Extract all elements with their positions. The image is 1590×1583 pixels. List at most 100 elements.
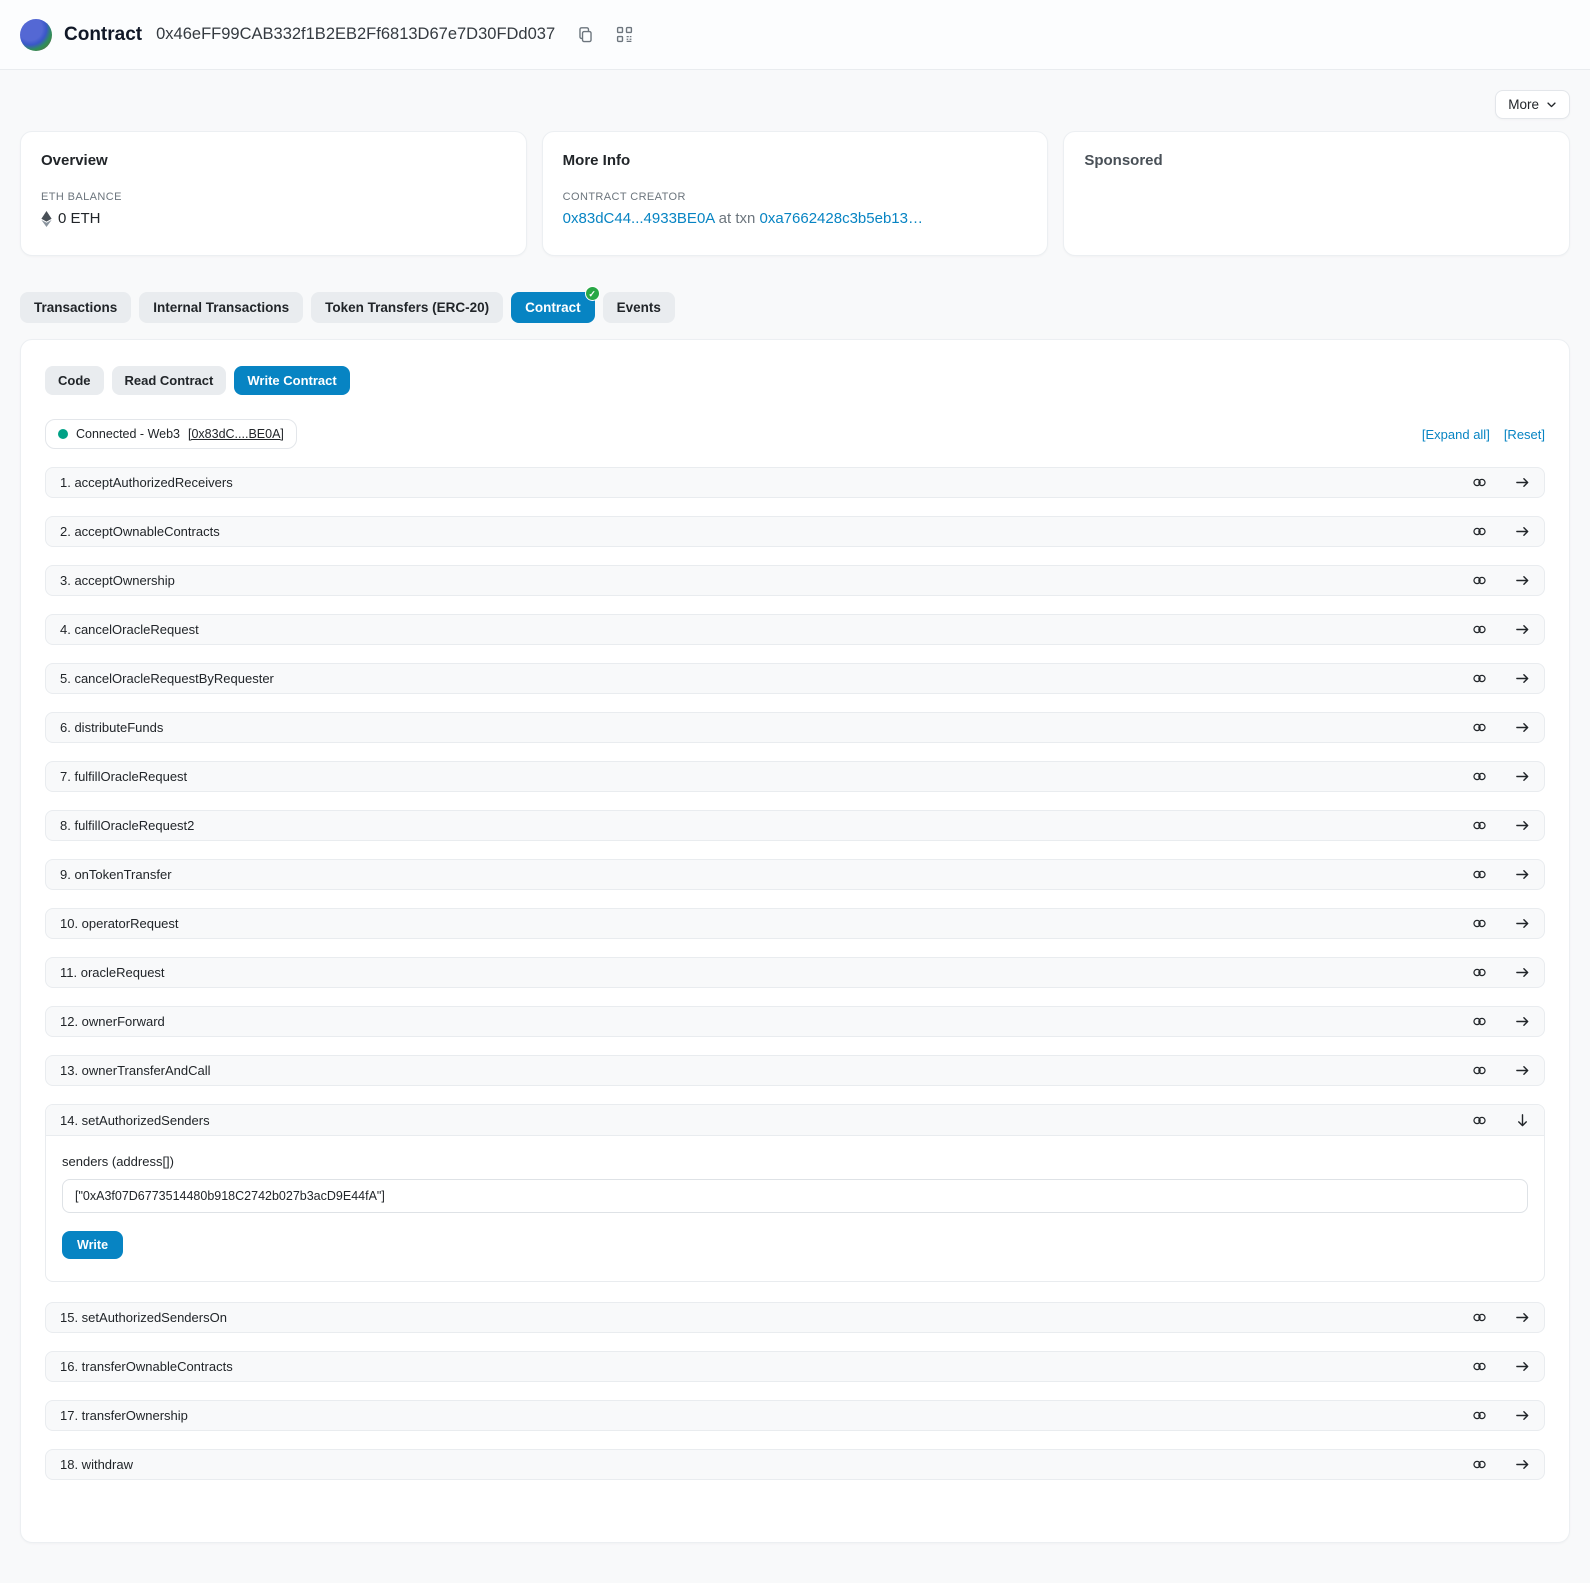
permalink-icon[interactable] — [1472, 524, 1487, 539]
expand-arrow-icon[interactable] — [1515, 1063, 1530, 1078]
contract-panel: Code Read Contract Write Contract Connec… — [20, 339, 1570, 1543]
function-label: 4. cancelOracleRequest — [60, 622, 199, 637]
senders-param-input[interactable] — [62, 1179, 1528, 1213]
function-row-cancelOracleRequestByRequester[interactable]: 5. cancelOracleRequestByRequester — [45, 663, 1545, 694]
permalink-icon[interactable] — [1472, 671, 1487, 686]
permalink-icon[interactable] — [1472, 965, 1487, 980]
function-row-onTokenTransfer[interactable]: 9. onTokenTransfer — [45, 859, 1545, 890]
permalink-icon[interactable] — [1472, 720, 1487, 735]
write-button[interactable]: Write — [62, 1231, 123, 1259]
permalink-icon[interactable] — [1472, 622, 1487, 637]
eth-balance-value: 0 ETH — [58, 210, 101, 227]
permalink-icon[interactable] — [1472, 916, 1487, 931]
verified-check-icon: ✓ — [585, 286, 600, 301]
expand-arrow-icon[interactable] — [1515, 1310, 1530, 1325]
permalink-icon[interactable] — [1472, 1113, 1487, 1128]
collapse-arrow-icon[interactable] — [1515, 1113, 1530, 1128]
function-row-ownerTransferAndCall[interactable]: 13. ownerTransferAndCall — [45, 1055, 1545, 1086]
contract-address: 0x46eFF99CAB332f1B2EB2Ff6813D67e7D30FDd0… — [156, 25, 555, 44]
function-row-fulfillOracleRequest[interactable]: 7. fulfillOracleRequest — [45, 761, 1545, 792]
page-content: More Overview ETH BALANCE 0 ETH More Inf… — [0, 70, 1590, 1583]
function-label: 14. setAuthorizedSenders — [60, 1113, 210, 1128]
status-row: Connected - Web3 [0x83dC....BE0A] [Expan… — [45, 419, 1545, 449]
expand-arrow-icon[interactable] — [1515, 720, 1530, 735]
summary-cards: Overview ETH BALANCE 0 ETH More Info CON… — [20, 131, 1570, 256]
creator-address-link[interactable]: 0x83dC44...4933BE0A — [563, 210, 715, 227]
function-row-fulfillOracleRequest2[interactable]: 8. fulfillOracleRequest2 — [45, 810, 1545, 841]
function-label: 3. acceptOwnership — [60, 573, 175, 588]
sponsored-card-title: Sponsored — [1084, 152, 1549, 169]
expand-arrow-icon[interactable] — [1515, 818, 1530, 833]
expand-arrow-icon[interactable] — [1515, 1408, 1530, 1423]
function-label: 16. transferOwnableContracts — [60, 1359, 233, 1374]
function-row-ownerForward[interactable]: 12. ownerForward — [45, 1006, 1545, 1037]
function-label: 7. fulfillOracleRequest — [60, 769, 187, 784]
permalink-icon[interactable] — [1472, 867, 1487, 882]
more-info-card: More Info CONTRACT CREATOR 0x83dC44...49… — [542, 131, 1049, 256]
expand-arrow-icon[interactable] — [1515, 671, 1530, 686]
page-header: Contract 0x46eFF99CAB332f1B2EB2Ff6813D67… — [0, 0, 1590, 70]
expand-arrow-icon[interactable] — [1515, 916, 1530, 931]
subtab-read-contract[interactable]: Read Contract — [112, 366, 227, 395]
permalink-icon[interactable] — [1472, 1310, 1487, 1325]
permalink-icon[interactable] — [1472, 573, 1487, 588]
more-button[interactable]: More — [1495, 90, 1570, 119]
expand-arrow-icon[interactable] — [1515, 1457, 1530, 1472]
expand-arrow-icon[interactable] — [1515, 769, 1530, 784]
function-row-acceptOwnableContracts[interactable]: 2. acceptOwnableContracts — [45, 516, 1545, 547]
expand-arrow-icon[interactable] — [1515, 1014, 1530, 1029]
subtab-code[interactable]: Code — [45, 366, 104, 395]
chevron-down-icon — [1546, 99, 1557, 110]
creation-txn-link[interactable]: 0xa7662428c3b5eb13… — [760, 210, 923, 227]
permalink-icon[interactable] — [1472, 1408, 1487, 1423]
contract-subtabs: Code Read Contract Write Contract — [45, 366, 1545, 395]
function-label: 2. acceptOwnableContracts — [60, 524, 220, 539]
expand-all-link[interactable]: [Expand all] — [1422, 427, 1490, 442]
expand-arrow-icon[interactable] — [1515, 573, 1530, 588]
permalink-icon[interactable] — [1472, 1063, 1487, 1078]
function-row-acceptAuthorizedReceivers[interactable]: 1. acceptAuthorizedReceivers — [45, 467, 1545, 498]
expand-arrow-icon[interactable] — [1515, 965, 1530, 980]
qr-code-icon[interactable] — [616, 26, 633, 43]
permalink-icon[interactable] — [1472, 769, 1487, 784]
connected-wallet-link[interactable]: [0x83dC....BE0A] — [188, 427, 284, 441]
function-row-setAuthorizedSendersOn[interactable]: 15. setAuthorizedSendersOn — [45, 1302, 1545, 1333]
reset-link[interactable]: [Reset] — [1504, 427, 1545, 442]
sponsored-card: Sponsored — [1063, 131, 1570, 256]
permalink-icon[interactable] — [1472, 1359, 1487, 1374]
subtab-write-contract[interactable]: Write Contract — [234, 366, 349, 395]
function-row-transferOwnableContracts[interactable]: 16. transferOwnableContracts — [45, 1351, 1545, 1382]
expand-arrow-icon[interactable] — [1515, 622, 1530, 637]
permalink-icon[interactable] — [1472, 1457, 1487, 1472]
function-row-transferOwnership[interactable]: 17. transferOwnership — [45, 1400, 1545, 1431]
function-label: 9. onTokenTransfer — [60, 867, 172, 882]
expand-arrow-icon[interactable] — [1515, 475, 1530, 490]
permalink-icon[interactable] — [1472, 818, 1487, 833]
function-row-acceptOwnership[interactable]: 3. acceptOwnership — [45, 565, 1545, 596]
connected-dot-icon — [58, 429, 68, 439]
function-expanded-setAuthorizedSenders: 14. setAuthorizedSenders senders (addres… — [45, 1104, 1545, 1282]
expand-arrow-icon[interactable] — [1515, 524, 1530, 539]
tab-events[interactable]: Events — [603, 292, 675, 323]
tab-transactions[interactable]: Transactions — [20, 292, 131, 323]
function-row-operatorRequest[interactable]: 10. operatorRequest — [45, 908, 1545, 939]
function-row-distributeFunds[interactable]: 6. distributeFunds — [45, 712, 1545, 743]
tab-contract[interactable]: Contract ✓ — [511, 292, 595, 323]
function-row-cancelOracleRequest[interactable]: 4. cancelOracleRequest — [45, 614, 1545, 645]
function-row-setAuthorizedSenders[interactable]: 14. setAuthorizedSenders — [46, 1105, 1544, 1136]
contract-avatar — [20, 19, 52, 51]
function-label: 17. transferOwnership — [60, 1408, 188, 1423]
function-label: 1. acceptAuthorizedReceivers — [60, 475, 233, 490]
function-row-oracleRequest[interactable]: 11. oracleRequest — [45, 957, 1545, 988]
permalink-icon[interactable] — [1472, 475, 1487, 490]
permalink-icon[interactable] — [1472, 1014, 1487, 1029]
contract-creator-label: CONTRACT CREATOR — [563, 191, 1028, 203]
tab-internal-transactions[interactable]: Internal Transactions — [139, 292, 303, 323]
expand-arrow-icon[interactable] — [1515, 1359, 1530, 1374]
copy-icon[interactable] — [577, 26, 594, 43]
tab-token-transfers[interactable]: Token Transfers (ERC-20) — [311, 292, 503, 323]
function-row-withdraw[interactable]: 18. withdraw — [45, 1449, 1545, 1480]
connection-status-text: Connected - Web3 — [76, 427, 180, 441]
eth-balance-label: ETH BALANCE — [41, 191, 506, 203]
expand-arrow-icon[interactable] — [1515, 867, 1530, 882]
